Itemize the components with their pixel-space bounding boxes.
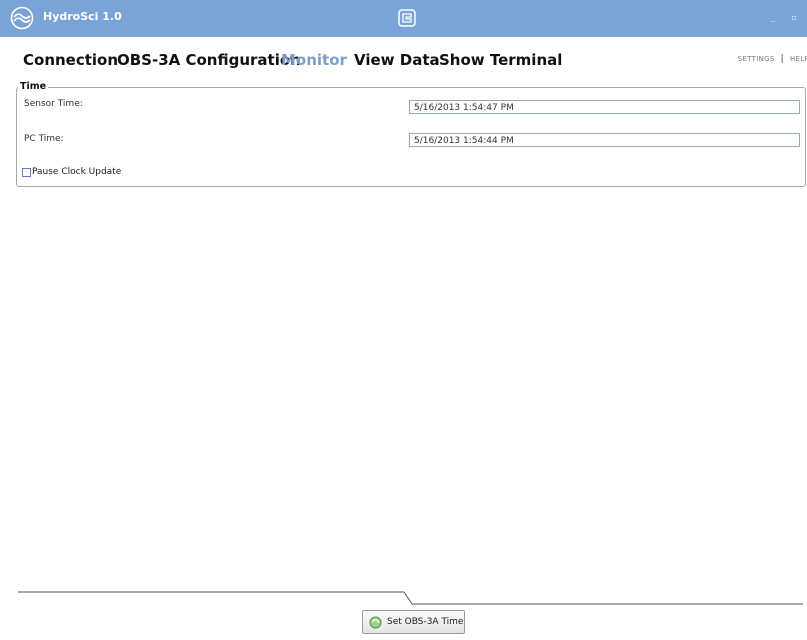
nav-show-terminal[interactable]: Show Terminal bbox=[439, 51, 562, 69]
nav-obs-3a-configuration[interactable]: OBS-3A Configuration bbox=[117, 51, 301, 69]
wave-logo-icon bbox=[10, 6, 34, 30]
nav-view-data[interactable]: View Data bbox=[354, 51, 440, 69]
pc-time-label: PC Time: bbox=[24, 134, 64, 144]
help-link[interactable]: HELP bbox=[790, 55, 807, 63]
title-bar: HydroSci 1.0 _ ▫ × bbox=[0, 0, 807, 37]
set-obs-3a-time-label: Set OBS-3A Time bbox=[387, 617, 464, 627]
clock-sync-icon bbox=[369, 615, 382, 629]
set-obs-3a-time-button[interactable]: Set OBS-3A Time bbox=[362, 610, 465, 634]
pause-clock-update-checkbox[interactable]: Pause Clock Update bbox=[22, 166, 121, 178]
time-group-legend: Time bbox=[18, 81, 49, 92]
pause-clock-update-box[interactable] bbox=[22, 167, 31, 177]
nav-monitor[interactable]: Monitor bbox=[281, 51, 347, 69]
pc-time-field[interactable]: 5/16/2013 1:54:44 PM bbox=[409, 133, 800, 147]
campbell-logo-icon bbox=[398, 9, 416, 27]
nav-connection[interactable]: Connection bbox=[23, 51, 118, 69]
bottom-divider bbox=[18, 591, 803, 605]
header-links: SETTINGS | HELP bbox=[738, 54, 807, 64]
main-nav: Connection OBS-3A Configuration Monitor … bbox=[0, 37, 807, 79]
sensor-time-field[interactable]: 5/16/2013 1:54:47 PM bbox=[409, 100, 800, 114]
app-title: HydroSci 1.0 bbox=[43, 10, 122, 23]
header-links-separator: | bbox=[780, 54, 784, 64]
pause-clock-update-label: Pause Clock Update bbox=[32, 167, 122, 177]
window-controls[interactable]: _ ▫ × bbox=[771, 13, 807, 25]
settings-link[interactable]: SETTINGS bbox=[738, 55, 775, 63]
sensor-time-label: Sensor Time: bbox=[24, 99, 83, 109]
